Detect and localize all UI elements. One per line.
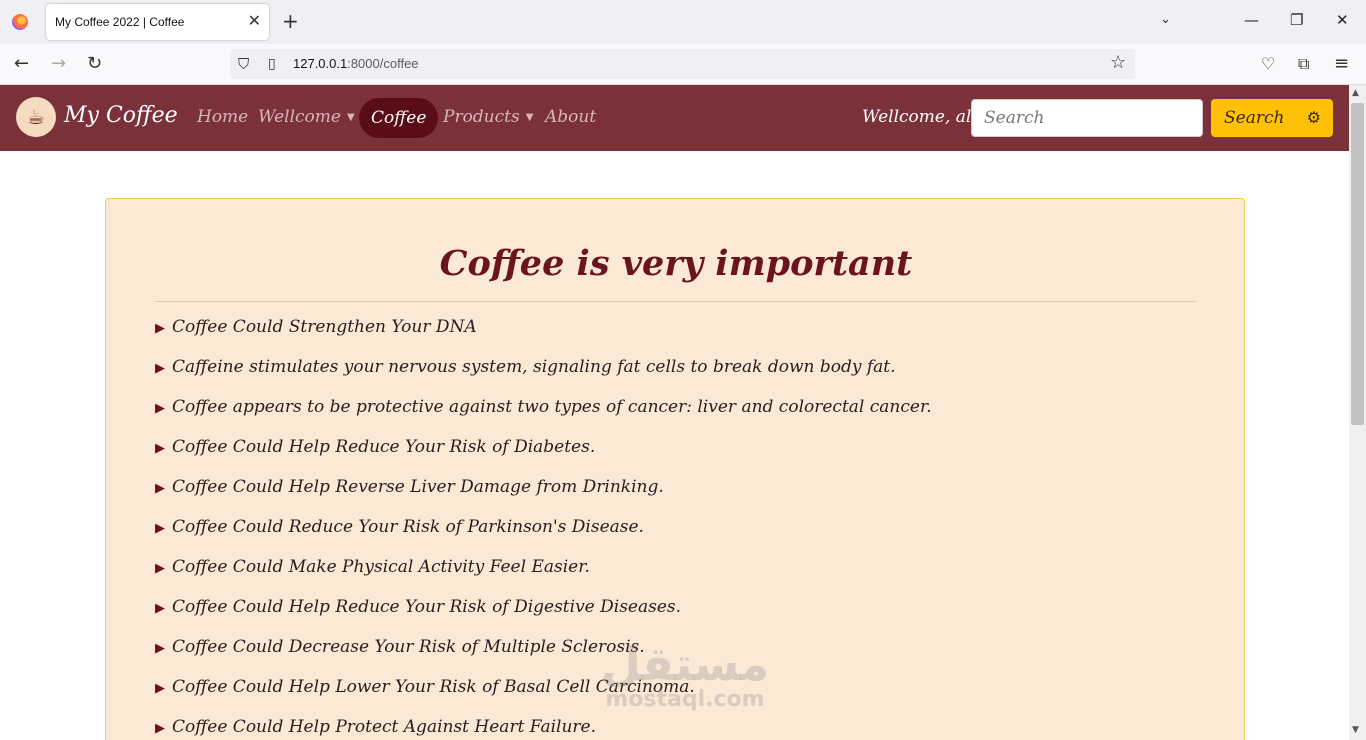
nav-about[interactable]: About [545,107,596,127]
triangle-bullet-icon: ▶ [155,681,165,696]
search-button-label: Search [1224,108,1285,128]
list-item: ▶ Coffee Could Help Lower Your Risk of Ba… [155,677,695,697]
chevron-down-icon[interactable]: ⌄ [1160,12,1171,27]
list-item: ▶ Coffee Could Decrease Your Risk of Mult… [155,637,645,657]
list-item: ▶ Caffeine stimulates your nervous system… [155,357,896,377]
bookmark-star-icon[interactable]: ☆ [1110,53,1126,73]
pocket-icon[interactable]: ♡ [1261,54,1275,74]
watermark-latin: mostaql.com [605,687,765,712]
list-item: ▶ Coffee Could Help Reduce Your Risk of D… [155,437,596,457]
browser-tabbar: My Coffee 2022 | Coffee ✕ + ⌄ — ❐ ✕ [0,0,1366,44]
caret-down-icon: ▼ [525,112,534,123]
triangle-bullet-icon: ▶ [155,481,165,496]
close-tab-icon[interactable]: ✕ [248,12,261,30]
reload-icon[interactable]: ↻ [87,54,102,74]
triangle-bullet-icon: ▶ [155,561,165,576]
triangle-bullet-icon: ▶ [155,321,165,336]
close-window-icon[interactable]: ✕ [1336,10,1349,30]
url-text: 127.0.0.1:8000/coffee [293,56,419,71]
scroll-up-icon[interactable]: ▲ [1352,88,1359,98]
triangle-bullet-icon: ▶ [155,401,165,416]
nav-products-label: Products [443,107,520,127]
list-item: ▶ Coffee Could Reduce Your Risk of Parkin… [155,517,644,537]
watermark: مستقل mostaql.com [600,640,770,712]
search-button[interactable]: Search ⚙ [1211,99,1333,137]
triangle-bullet-icon: ▶ [155,521,165,536]
page-scrollbar[interactable]: ▲ ▼ [1349,85,1366,740]
extensions-icon[interactable]: ⧉ [1298,54,1309,74]
menu-icon[interactable]: ≡ [1334,54,1349,74]
browser-tab[interactable]: My Coffee 2022 | Coffee ✕ [46,4,269,40]
nav-welcome-dropdown[interactable]: Wellcome ▼ [258,107,355,127]
triangle-bullet-icon: ▶ [155,641,165,656]
nav-home[interactable]: Home [197,107,248,127]
watermark-arabic: مستقل [600,637,770,691]
list-item: ▶ Coffee Could Help Reverse Liver Damage … [155,477,664,497]
nav-welcome-label: Wellcome [258,107,341,127]
list-item: ▶ Coffee Could Help Reduce Your Risk of D… [155,597,682,617]
search-input[interactable] [971,99,1203,137]
firefox-icon [12,14,28,30]
gear-icon: ⚙ [1306,108,1321,127]
brand-name[interactable]: My Coffee [64,103,178,128]
restore-icon[interactable]: ❐ [1290,10,1303,30]
triangle-bullet-icon: ▶ [155,361,165,376]
nav-coffee[interactable]: Coffee [359,98,439,138]
list-item: ▶ Coffee Could Make Physical Activity Fee… [155,557,590,577]
facts-list: ▶ Coffee Could Strengthen Your DNA ▶ Caffe… [155,317,932,740]
shield-icon[interactable]: ⛉ [238,54,249,74]
list-item: ▶ Coffee appears to be protective against… [155,397,932,417]
triangle-bullet-icon: ▶ [155,601,165,616]
divider [155,301,1196,302]
coffee-cup-icon[interactable]: ☕ [16,97,56,137]
scroll-down-icon[interactable]: ▼ [1352,725,1359,735]
list-item: ▶ Coffee Could Help Protect Against Heart… [155,717,596,737]
site-navbar: ☕ My Coffee Home Wellcome ▼ Coffee Produc… [0,85,1349,151]
triangle-bullet-icon: ▶ [155,721,165,736]
caret-down-icon: ▼ [346,112,355,123]
tab-title: My Coffee 2022 | Coffee [55,15,185,29]
new-tab-icon[interactable]: + [282,10,299,32]
forward-icon[interactable]: → [51,54,66,74]
back-icon[interactable]: ← [14,54,29,74]
triangle-bullet-icon: ▶ [155,441,165,456]
browser-toolbar: ← → ↻ ⛉ ▯ 127.0.0.1:8000/coffee ☆ ♡ ⧉ ≡ [0,44,1366,85]
nav-products-dropdown[interactable]: Products ▼ [443,107,533,127]
list-item: ▶ Coffee Could Strengthen Your DNA [155,317,477,337]
page-icon: ▯ [268,56,276,72]
scroll-thumb[interactable] [1351,103,1364,425]
page-title: Coffee is very important [439,243,913,284]
minimize-icon[interactable]: — [1244,10,1259,30]
url-bar[interactable]: ⛉ ▯ 127.0.0.1:8000/coffee ☆ [230,49,1135,79]
user-greeting: Wellcome, ali [862,107,977,127]
